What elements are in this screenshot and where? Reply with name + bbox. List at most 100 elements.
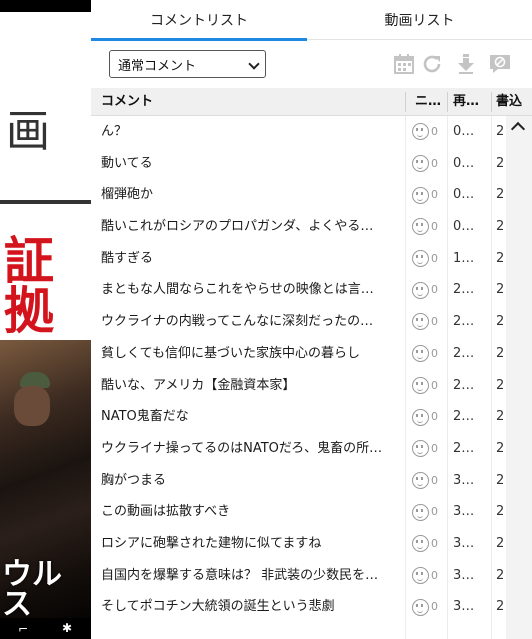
table-row[interactable]: 自国内を爆撃する意味は？ 非武装の少数民を… 0 3… 2 — [91, 560, 532, 592]
video-controls[interactable]: ⌐ ✱ — [0, 618, 91, 639]
nicoru-face-icon[interactable] — [412, 123, 429, 141]
playback-time: 1… — [453, 250, 475, 266]
nicoru-face-icon[interactable] — [412, 408, 429, 426]
video-player[interactable]: 画 証拠 ウルス ⌐ ✱ — [0, 0, 91, 639]
comment-text: NATO鬼畜だな — [101, 409, 189, 425]
nicoru-face-icon[interactable] — [412, 250, 429, 268]
playback-time: 2… — [453, 377, 475, 393]
nicoru-cell[interactable]: 0 — [412, 338, 444, 370]
nicoru-cell[interactable]: 0 — [412, 179, 444, 211]
ng-comment-icon[interactable] — [489, 53, 511, 75]
calendar-icon[interactable] — [393, 53, 415, 75]
column-resizer[interactable] — [491, 92, 492, 112]
comment-text: ウクライナの内戦ってこんなに深刻だったの… — [101, 314, 374, 330]
table-row[interactable]: ん？ 0 0… 2 — [91, 116, 532, 148]
nicoru-face-icon[interactable] — [412, 345, 429, 363]
comment-type-select-value: 通常コメント — [118, 58, 197, 74]
nicoru-cell[interactable]: 0 — [412, 433, 444, 465]
nicoru-cell[interactable]: 0 — [412, 306, 444, 338]
comment-text: ウクライナ操ってるのはNATOだろ、鬼畜の所… — [101, 440, 383, 456]
nicoru-count: 0 — [431, 251, 438, 265]
table-row[interactable]: そしてポコチン大統領の誕生という悲劇 0 3… 2 — [91, 591, 532, 623]
nicoru-face-icon[interactable] — [412, 313, 429, 331]
nicoru-face-icon[interactable] — [412, 186, 429, 204]
nicoru-count: 0 — [431, 473, 438, 487]
nicoru-cell[interactable]: 0 — [412, 591, 444, 623]
comment-text: 酷いな、アメリカ【金融資本家】 — [101, 377, 296, 393]
playback-time: 0… — [453, 187, 475, 203]
nicoru-face-icon[interactable] — [412, 440, 429, 458]
nicoru-face-icon[interactable] — [412, 281, 429, 299]
table-row[interactable]: ウクライナ操ってるのはNATOだろ、鬼畜の所… 0 2… 2 — [91, 433, 532, 465]
nicoru-cell[interactable]: 0 — [412, 465, 444, 497]
playback-time: 3… — [453, 504, 475, 520]
video-figure — [14, 386, 50, 426]
table-row[interactable]: まともな人間ならこれをやらせの映像とは言… 0 2… 2 — [91, 274, 532, 306]
table-row[interactable]: 酷すぎる 0 1… 2 — [91, 243, 532, 275]
table-row[interactable]: NATO鬼畜だな 0 2… 2 — [91, 401, 532, 433]
download-icon[interactable] — [455, 53, 477, 75]
comment-toolbar: 通常コメント — [91, 40, 532, 88]
tab-video-list[interactable]: 動画リスト — [307, 0, 532, 40]
table-row[interactable]: ロシアに砲撃された建物に似てますね 0 3… 2 — [91, 528, 532, 560]
chevron-down-icon — [248, 58, 260, 70]
nicoru-face-icon[interactable] — [412, 566, 429, 584]
nicoru-face-icon[interactable] — [412, 218, 429, 236]
vertical-scrollbar[interactable] — [506, 116, 532, 639]
nicoru-cell[interactable]: 0 — [412, 116, 444, 148]
nicoru-count: 0 — [431, 220, 438, 234]
table-row[interactable]: 貧しくても信仰に基づいた家族中心の暮らし 0 2… 2 — [91, 338, 532, 370]
table-row[interactable]: 胸がつまる 0 3… 2 — [91, 465, 532, 497]
nicoru-cell[interactable]: 0 — [412, 148, 444, 180]
table-row[interactable]: ウクライナの内戦ってこんなに深刻だったの… 0 2… 2 — [91, 306, 532, 338]
nicoru-cell[interactable]: 0 — [412, 560, 444, 592]
nicoru-cell[interactable]: 0 — [412, 243, 444, 275]
scroll-up-arrow-icon[interactable] — [510, 121, 526, 137]
nicoru-count: 0 — [431, 441, 438, 455]
playback-time: 3… — [453, 567, 475, 583]
nicoru-cell[interactable]: 0 — [412, 370, 444, 402]
column-header-written-at[interactable]: 書込 — [496, 88, 532, 116]
playback-time: 2… — [453, 409, 475, 425]
settings-gear-icon[interactable]: ✱ — [62, 621, 72, 635]
table-row[interactable]: この動画は拡散すべき 0 3… 2 — [91, 496, 532, 528]
column-header-playback-time[interactable]: 再… — [453, 88, 483, 116]
table-row[interactable]: 酷いこれがロシアのプロパガンダ、よくやる… 0 0… 2 — [91, 211, 532, 243]
nicoru-cell[interactable]: 0 — [412, 401, 444, 433]
nicoru-face-icon[interactable] — [412, 155, 429, 173]
column-resizer[interactable] — [447, 92, 448, 112]
nicoru-face-icon[interactable] — [412, 503, 429, 521]
playback-time: 3… — [453, 535, 475, 551]
playback-time: 3… — [453, 599, 475, 615]
table-row[interactable]: 榴弾砲か 0 0… 2 — [91, 179, 532, 211]
nicoru-count: 0 — [431, 600, 438, 614]
nicoru-cell[interactable]: 0 — [412, 496, 444, 528]
nicoru-cell[interactable]: 0 — [412, 528, 444, 560]
refresh-icon[interactable] — [421, 53, 443, 75]
nicoru-face-icon[interactable] — [412, 376, 429, 394]
column-header-comment[interactable]: コメント — [101, 88, 301, 116]
column-resizer[interactable] — [405, 92, 406, 112]
nicoru-face-icon[interactable] — [412, 471, 429, 489]
comment-panel: コメントリスト 動画リスト 通常コメント コメント ニ… 再… 書込 ん？ 0 … — [91, 0, 532, 639]
column-header-nicoru[interactable]: ニ… — [415, 88, 443, 116]
nicoru-count: 0 — [431, 568, 438, 582]
comment-text: ロシアに砲撃された建物に似てますね — [101, 535, 322, 551]
playback-time: 3… — [453, 472, 475, 488]
nicoru-cell[interactable]: 0 — [412, 211, 444, 243]
video-caption: ウルス — [2, 557, 62, 622]
playback-time: 0… — [453, 124, 475, 139]
fullscreen-icon[interactable]: ⌐ — [18, 622, 28, 636]
nicoru-cell[interactable]: 0 — [412, 274, 444, 306]
table-row[interactable]: 動いてる 0 0… 2 — [91, 148, 532, 180]
nicoru-face-icon[interactable] — [412, 535, 429, 553]
comment-type-select[interactable]: 通常コメント — [109, 50, 266, 78]
nicoru-face-icon[interactable] — [412, 598, 429, 616]
tab-comment-list[interactable]: コメントリスト — [91, 0, 307, 41]
comment-text: そしてポコチン大統領の誕生という悲劇 — [101, 599, 335, 615]
comment-text: 胸がつまる — [101, 472, 167, 488]
comment-text: この動画は拡散すべき — [101, 504, 231, 520]
comment-text: 酷すぎる — [101, 250, 154, 266]
table-row[interactable]: 酷いな、アメリカ【金融資本家】 0 2… 2 — [91, 370, 532, 402]
nicoru-count: 0 — [431, 156, 438, 170]
